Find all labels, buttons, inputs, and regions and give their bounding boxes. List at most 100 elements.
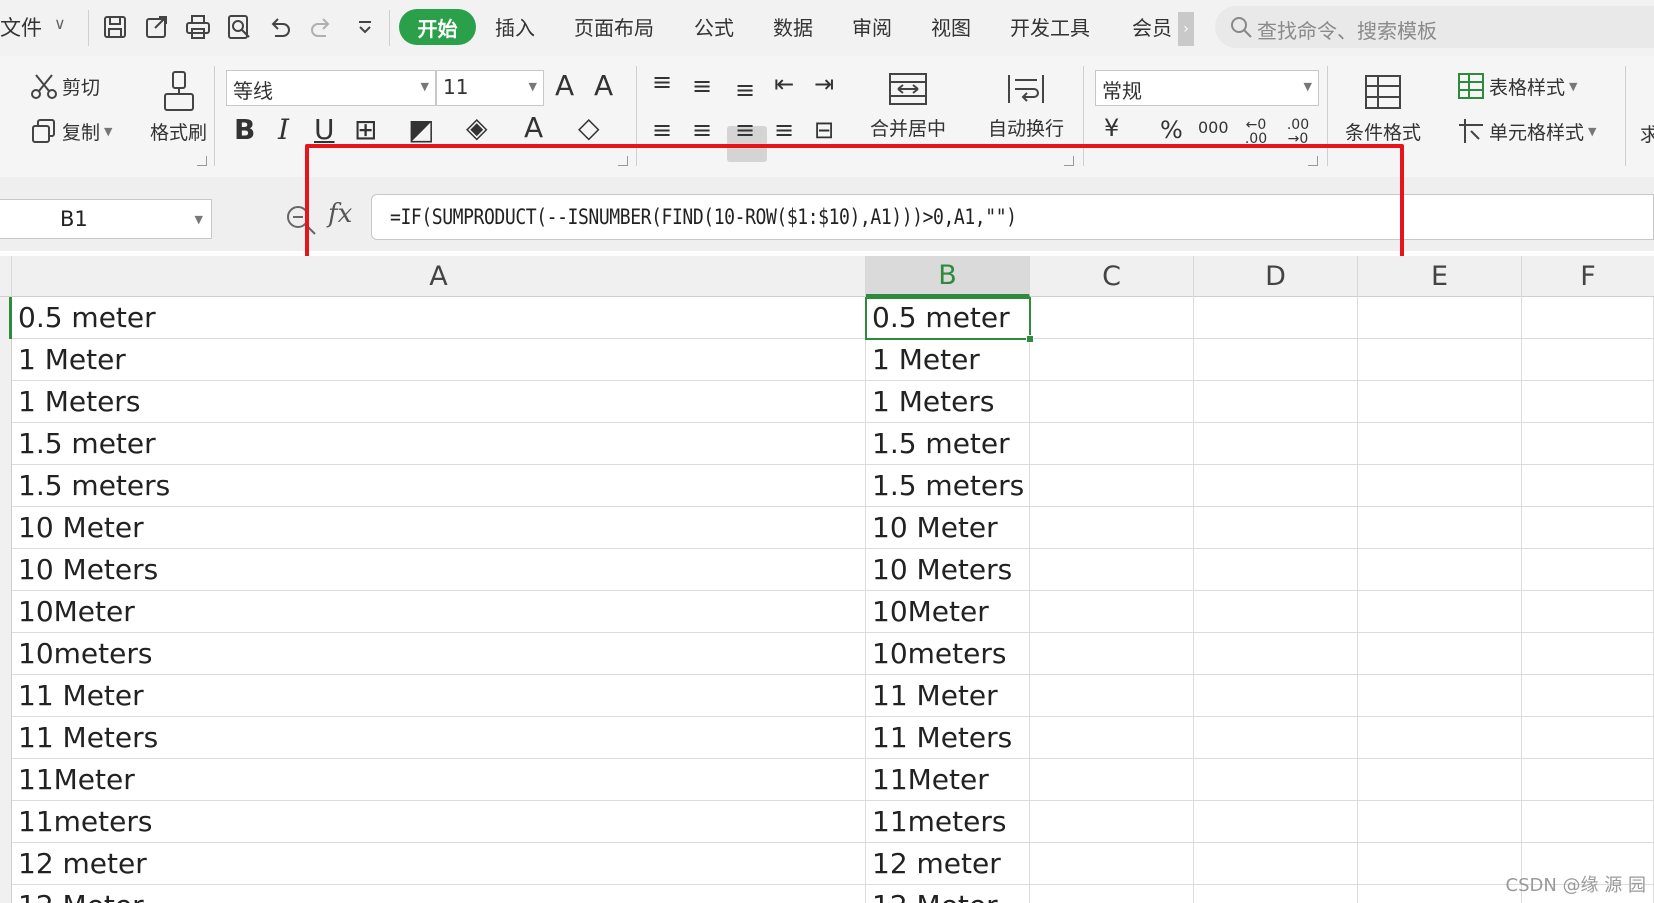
tab-developer[interactable]: 开发工具 <box>1010 12 1090 41</box>
save-icon[interactable] <box>98 10 132 44</box>
cell-b15[interactable]: 12 Meter <box>866 885 1030 903</box>
cell-c13[interactable] <box>1030 801 1194 843</box>
cell-c6[interactable] <box>1030 507 1194 549</box>
export-icon[interactable] <box>140 10 174 44</box>
italic-button[interactable]: I <box>278 116 289 144</box>
column-header-c[interactable]: C <box>1030 256 1194 297</box>
cell-d1[interactable] <box>1194 297 1358 339</box>
cell-e12[interactable] <box>1358 759 1522 801</box>
cell-c5[interactable] <box>1030 465 1194 507</box>
cell-c14[interactable] <box>1030 843 1194 885</box>
cell-c3[interactable] <box>1030 381 1194 423</box>
fill-color-button[interactable]: ◈ <box>466 114 488 142</box>
cell-d15[interactable] <box>1194 885 1358 903</box>
align-bottom-button[interactable]: ≡ <box>735 78 755 102</box>
cell-d11[interactable] <box>1194 717 1358 759</box>
cell-f13[interactable] <box>1522 801 1654 843</box>
cell-e1[interactable] <box>1358 297 1522 339</box>
cell-b12[interactable]: 11Meter <box>866 759 1030 801</box>
conditional-format-button[interactable]: 条件格式 <box>1345 74 1421 145</box>
cell-d3[interactable] <box>1194 381 1358 423</box>
align-center-button[interactable]: ≡ <box>692 118 712 142</box>
cell-c15[interactable] <box>1030 885 1194 903</box>
chevron-down-icon[interactable]: ▼ <box>1588 125 1596 138</box>
cell-fill-button[interactable]: ◩ <box>408 116 434 144</box>
cell-a4[interactable]: 1.5 meter <box>12 423 866 465</box>
increase-decimal-button[interactable]: ←0 .00 <box>1240 118 1272 146</box>
cell-a6[interactable]: 10 Meter <box>12 507 866 549</box>
cell-e6[interactable] <box>1358 507 1522 549</box>
cell-e14[interactable] <box>1358 843 1522 885</box>
cell-f6[interactable] <box>1522 507 1654 549</box>
cell-b11[interactable]: 11 Meters <box>866 717 1030 759</box>
column-header-f[interactable]: F <box>1522 256 1654 297</box>
undo-icon[interactable] <box>262 10 296 44</box>
align-top-button[interactable]: ≡ <box>652 70 672 94</box>
cell-a11[interactable]: 11 Meters <box>12 717 866 759</box>
shrink-font-button[interactable]: A <box>594 72 613 100</box>
cell-a7[interactable]: 10 Meters <box>12 549 866 591</box>
align-middle-button[interactable]: ≡ <box>692 74 712 98</box>
align-left-button[interactable]: ≡ <box>652 118 672 142</box>
cell-a2[interactable]: 1 Meter <box>12 339 866 381</box>
cell-c10[interactable] <box>1030 675 1194 717</box>
table-style-button[interactable]: 表格样式 ▼ <box>1457 72 1577 100</box>
sum-button[interactable]: 求 <box>1640 120 1654 147</box>
alignment-launcher[interactable] <box>1064 156 1074 166</box>
cell-d10[interactable] <box>1194 675 1358 717</box>
increase-indent-button[interactable]: ⇥ <box>814 72 834 96</box>
merge-center-button[interactable]: 合并居中 <box>870 72 946 141</box>
border-button[interactable]: ⊞ <box>354 116 377 144</box>
grow-font-button[interactable]: A <box>555 72 574 100</box>
print-icon[interactable] <box>181 10 215 44</box>
tab-member[interactable]: 会员 <box>1132 12 1172 41</box>
cell-b9[interactable]: 10meters <box>866 633 1030 675</box>
cell-a9[interactable]: 10meters <box>12 633 866 675</box>
cell-f8[interactable] <box>1522 591 1654 633</box>
cell-e5[interactable] <box>1358 465 1522 507</box>
cell-f9[interactable] <box>1522 633 1654 675</box>
cell-e10[interactable] <box>1358 675 1522 717</box>
align-right-button[interactable]: ≡ <box>735 118 755 142</box>
cell-c9[interactable] <box>1030 633 1194 675</box>
chevron-down-icon[interactable]: ▼ <box>1569 80 1577 93</box>
column-header-d[interactable]: D <box>1194 256 1358 297</box>
cell-f4[interactable] <box>1522 423 1654 465</box>
cell-b1[interactable]: 0.5 meter <box>866 297 1030 339</box>
cell-a15[interactable]: 12 Meter <box>12 885 866 903</box>
cell-a12[interactable]: 11Meter <box>12 759 866 801</box>
cell-a8[interactable]: 10Meter <box>12 591 866 633</box>
cell-b10[interactable]: 11 Meter <box>866 675 1030 717</box>
number-launcher[interactable] <box>1308 156 1318 166</box>
number-format-select[interactable]: 常规 ▼ <box>1095 70 1319 106</box>
zoom-icon[interactable] <box>285 204 317 236</box>
thousands-button[interactable]: 000 <box>1198 120 1229 136</box>
cell-b2[interactable]: 1 Meter <box>866 339 1030 381</box>
cut-button[interactable]: 剪切 <box>30 72 100 100</box>
cell-e8[interactable] <box>1358 591 1522 633</box>
cell-b13[interactable]: 11meters <box>866 801 1030 843</box>
cell-e13[interactable] <box>1358 801 1522 843</box>
more-tabs-button[interactable]: › <box>1178 12 1194 46</box>
tab-view[interactable]: 视图 <box>931 12 971 41</box>
cell-e2[interactable] <box>1358 339 1522 381</box>
font-size-select[interactable]: 11 ▼ <box>436 70 544 106</box>
cell-d12[interactable] <box>1194 759 1358 801</box>
column-header-e[interactable]: E <box>1358 256 1522 297</box>
print-preview-icon[interactable] <box>222 10 256 44</box>
cell-e4[interactable] <box>1358 423 1522 465</box>
cell-b3[interactable]: 1 Meters <box>866 381 1030 423</box>
cell-d8[interactable] <box>1194 591 1358 633</box>
cell-f5[interactable] <box>1522 465 1654 507</box>
chevron-down-icon[interactable]: ▼ <box>104 125 112 138</box>
customize-icon[interactable] <box>348 10 382 44</box>
cell-c1[interactable] <box>1030 297 1194 339</box>
cell-d7[interactable] <box>1194 549 1358 591</box>
cell-c4[interactable] <box>1030 423 1194 465</box>
cell-b4[interactable]: 1.5 meter <box>866 423 1030 465</box>
cell-f2[interactable] <box>1522 339 1654 381</box>
cell-f1[interactable] <box>1522 297 1654 339</box>
column-header-b[interactable]: B <box>866 256 1030 297</box>
column-header-a[interactable]: A <box>12 256 866 297</box>
clear-format-button[interactable]: ◇ <box>578 114 600 142</box>
